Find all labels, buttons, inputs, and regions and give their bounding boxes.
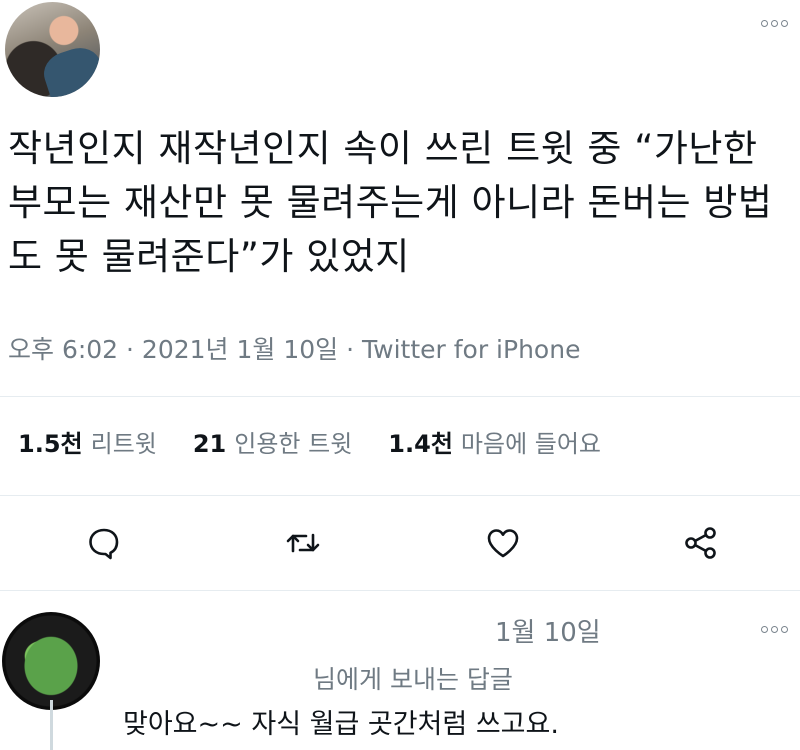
like-count: 1.4천 <box>388 430 453 458</box>
more-dot-icon <box>781 19 788 27</box>
divider <box>0 590 800 591</box>
retweet-button[interactable] <box>283 523 323 563</box>
reply-date: 1월 10일 <box>495 618 601 648</box>
more-dot-icon <box>771 625 778 633</box>
like-label: 마음에 들어요 <box>460 430 602 458</box>
retweet-icon <box>286 533 320 553</box>
share-icon <box>685 527 716 559</box>
quote-count: 21 <box>192 430 227 458</box>
heart-icon <box>487 529 519 558</box>
author-avatar[interactable] <box>5 2 100 97</box>
more-dot-icon <box>781 625 788 633</box>
reply-more-options-button[interactable] <box>761 622 800 636</box>
tweet-text: 작년인지 재작년인지 속이 쓰린 트윗 중 “가난한 부모는 재산만 못 물려주… <box>8 127 773 278</box>
reply-button[interactable] <box>84 523 124 563</box>
speech-bubble-icon <box>89 528 119 560</box>
replying-to: 님에게 보내는 답글 <box>313 665 513 694</box>
retweet-label: 리트윗 <box>90 430 157 458</box>
quote-stat[interactable]: 21 인용한 트윗 <box>193 424 352 459</box>
quote-label: 인용한 트윗 <box>234 430 353 458</box>
more-options-button[interactable] <box>761 16 800 30</box>
divider <box>0 495 800 496</box>
share-button[interactable] <box>681 523 721 563</box>
more-dot-icon <box>761 19 768 27</box>
avatar-photo-detail <box>38 42 100 97</box>
more-dot-icon <box>761 625 768 633</box>
engagement-stats: 1.5천 리트윗 21 인용한 트윗 1.4천 마음에 들어요 <box>18 424 637 459</box>
retweet-stat[interactable]: 1.5천 리트윗 <box>18 424 157 459</box>
tweet-meta: 오후 6:02 · 2021년 1월 10일 · Twitter for iPh… <box>8 335 581 364</box>
more-dot-icon <box>771 19 778 27</box>
thread-line <box>50 700 53 750</box>
reply-author-avatar[interactable] <box>2 612 100 710</box>
divider <box>0 396 800 397</box>
reply-text: 맞아요~~ 자식 월급 곳간처럼 쓰고요. <box>123 709 559 740</box>
like-button[interactable] <box>483 523 523 563</box>
like-stat[interactable]: 1.4천 마음에 들어요 <box>388 424 601 459</box>
retweet-count: 1.5천 <box>18 430 83 458</box>
